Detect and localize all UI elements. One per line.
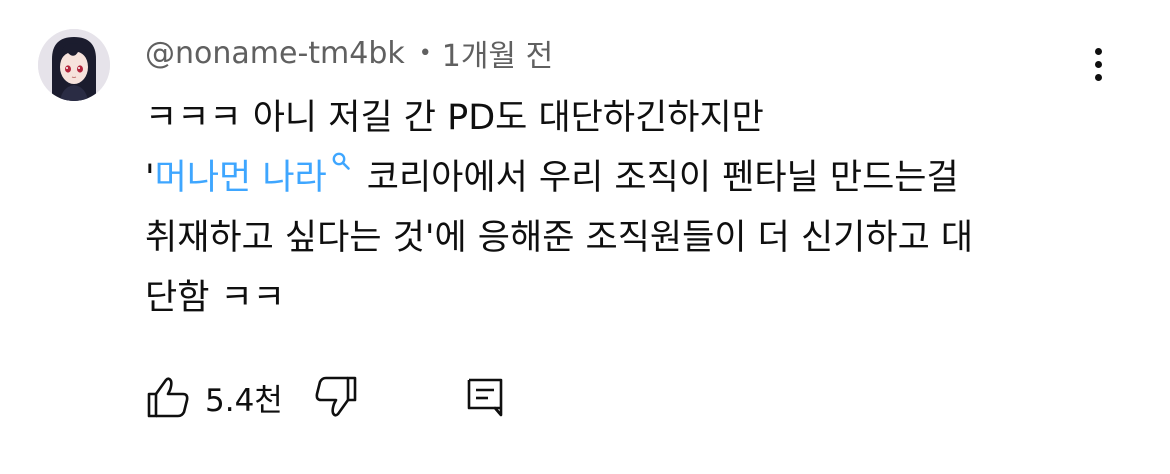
comment-card: @noname-tm4bk • 1개월 전 ㅋㅋㅋ 아니 저길 간 PD도 대단… [0, 0, 1170, 474]
menu-dot [1094, 73, 1102, 81]
comment-line: ㅋㅋㅋ 아니 저길 간 PD도 대단하긴하지만 [145, 98, 764, 138]
search-link-text[interactable]: 머나먼 나라 [155, 158, 327, 198]
author-handle[interactable]: @noname-tm4bk [145, 36, 405, 71]
search-icon [332, 152, 350, 170]
avatar-image [38, 29, 110, 101]
menu-dot [1094, 60, 1102, 68]
comment-actions: 5.4천 [145, 372, 505, 422]
menu-dot [1094, 47, 1102, 55]
comment-line: 취재하고 싶다는 것'에 응해준 조직원들이 더 신기하고 대 [145, 218, 974, 258]
comment-line: '머나먼 나라 코리아에서 우리 조직이 펜타닐 만드는걸 [145, 148, 1105, 208]
dislike-button[interactable] [313, 374, 359, 420]
comment-timestamp[interactable]: 1개월 전 [442, 31, 553, 75]
comment-line: 단함 ㅋㅋ [145, 278, 285, 318]
comment-line-suffix: 코리아에서 우리 조직이 펜타닐 만드는걸 [366, 158, 959, 198]
reply-button[interactable] [465, 376, 505, 418]
comment-text: ㅋㅋㅋ 아니 저길 간 PD도 대단하긴하지만 '머나먼 나라 코리아에서 우리 … [145, 88, 1105, 328]
thumbs-down-icon [315, 376, 357, 417]
like-button[interactable] [145, 374, 191, 420]
comment-header: @noname-tm4bk • 1개월 전 [145, 30, 553, 76]
separator-dot: • [418, 40, 432, 66]
quote-mark: ' [145, 158, 155, 198]
avatar[interactable] [38, 29, 110, 101]
thumbs-up-icon [147, 377, 189, 418]
search-link[interactable]: 머나먼 나라 [155, 152, 367, 198]
like-count: 5.4천 [205, 382, 283, 419]
more-vertical-icon[interactable] [1080, 42, 1116, 86]
comment-reply-icon [467, 378, 503, 417]
